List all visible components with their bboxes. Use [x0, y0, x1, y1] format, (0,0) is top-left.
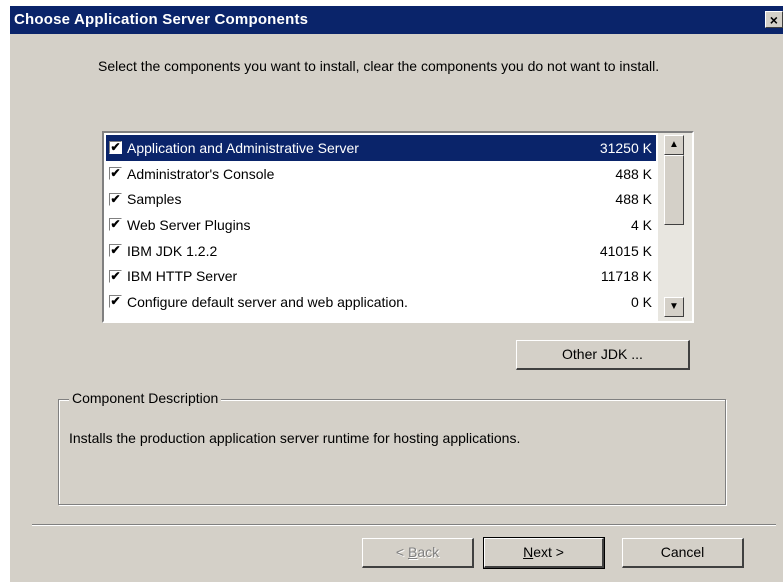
cancel-button[interactable]: Cancel — [622, 538, 744, 568]
component-label: Web Server Plugins — [127, 216, 251, 233]
component-description-text: Installs the production application serv… — [69, 430, 521, 446]
component-size: 488 K — [615, 165, 652, 182]
component-checkbox[interactable]: ✔ — [109, 295, 122, 309]
button-separator — [32, 524, 776, 526]
component-label: Configure default server and web applica… — [127, 293, 408, 310]
close-icon[interactable]: × — [765, 11, 783, 28]
component-checkbox[interactable]: ✔ — [109, 167, 122, 181]
component-size: 4 K — [630, 216, 652, 233]
instructions-text: Select the components you want to instal… — [98, 58, 660, 74]
scroll-thumb[interactable] — [664, 155, 684, 225]
back-button[interactable]: < Back — [362, 538, 474, 568]
component-description-group: Component Description Installs the produ… — [58, 390, 726, 505]
components-list: ✔ Application and Administrative Server 31… — [104, 133, 658, 323]
component-row[interactable]: ✔ Administrator's Console 488 K — [106, 161, 656, 187]
component-label: IBM HTTP Server — [127, 268, 238, 285]
component-size: 31250 K — [599, 139, 652, 156]
dialog-title: Choose Application Server Components — [14, 11, 309, 28]
component-checkbox[interactable]: ✔ — [109, 192, 122, 206]
component-checkbox[interactable]: ✔ — [109, 218, 122, 232]
dialog-titlebar: Choose Application Server Components × — [10, 6, 783, 34]
component-size: 41015 K — [599, 242, 652, 259]
next-button[interactable]: Next > — [483, 537, 605, 569]
scroll-up-icon[interactable]: ▲ — [664, 135, 684, 155]
component-size: 0 K — [630, 293, 652, 310]
back-prefix: < — [395, 544, 408, 560]
component-description-legend: Component Description — [69, 390, 222, 406]
component-checkbox[interactable]: ✔ — [109, 244, 122, 258]
component-size: 11718 K — [600, 268, 652, 285]
next-mnemonic: N — [523, 544, 534, 560]
component-row[interactable]: ✔ Application and Administrative Server 31… — [106, 135, 656, 161]
component-row[interactable]: ✔ IBM JDK 1.2.2 41015 K — [106, 238, 656, 264]
scroll-down-icon[interactable]: ▼ — [664, 297, 684, 317]
component-row[interactable]: ✔ Web Server Plugins 4 K — [106, 212, 656, 238]
list-scrollbar[interactable]: ▲ ▼ — [658, 133, 692, 321]
setup-dialog: Choose Application Server Components × S… — [10, 6, 783, 582]
component-checkbox[interactable]: ✔ — [109, 269, 122, 283]
back-rest: ack — [417, 544, 440, 560]
component-row[interactable]: ✔ Samples 488 K — [106, 186, 656, 212]
other-jdk-button[interactable]: Other JDK ... — [516, 340, 690, 370]
next-rest: ext > — [533, 544, 564, 560]
component-size: 488 K — [615, 191, 652, 208]
component-row[interactable]: ✔ Configure default server and web applic… — [106, 289, 656, 315]
component-label: Administrator's Console — [127, 165, 275, 182]
component-label: Application and Administrative Server — [127, 139, 359, 156]
component-row[interactable]: ✔ IBM HTTP Server 11718 K — [106, 263, 656, 289]
component-label: IBM JDK 1.2.2 — [127, 242, 218, 259]
component-label: Samples — [127, 191, 182, 208]
components-listbox[interactable]: ✔ Application and Administrative Server 31… — [102, 131, 694, 323]
component-checkbox[interactable]: ✔ — [109, 141, 122, 155]
back-mnemonic: B — [407, 544, 418, 560]
